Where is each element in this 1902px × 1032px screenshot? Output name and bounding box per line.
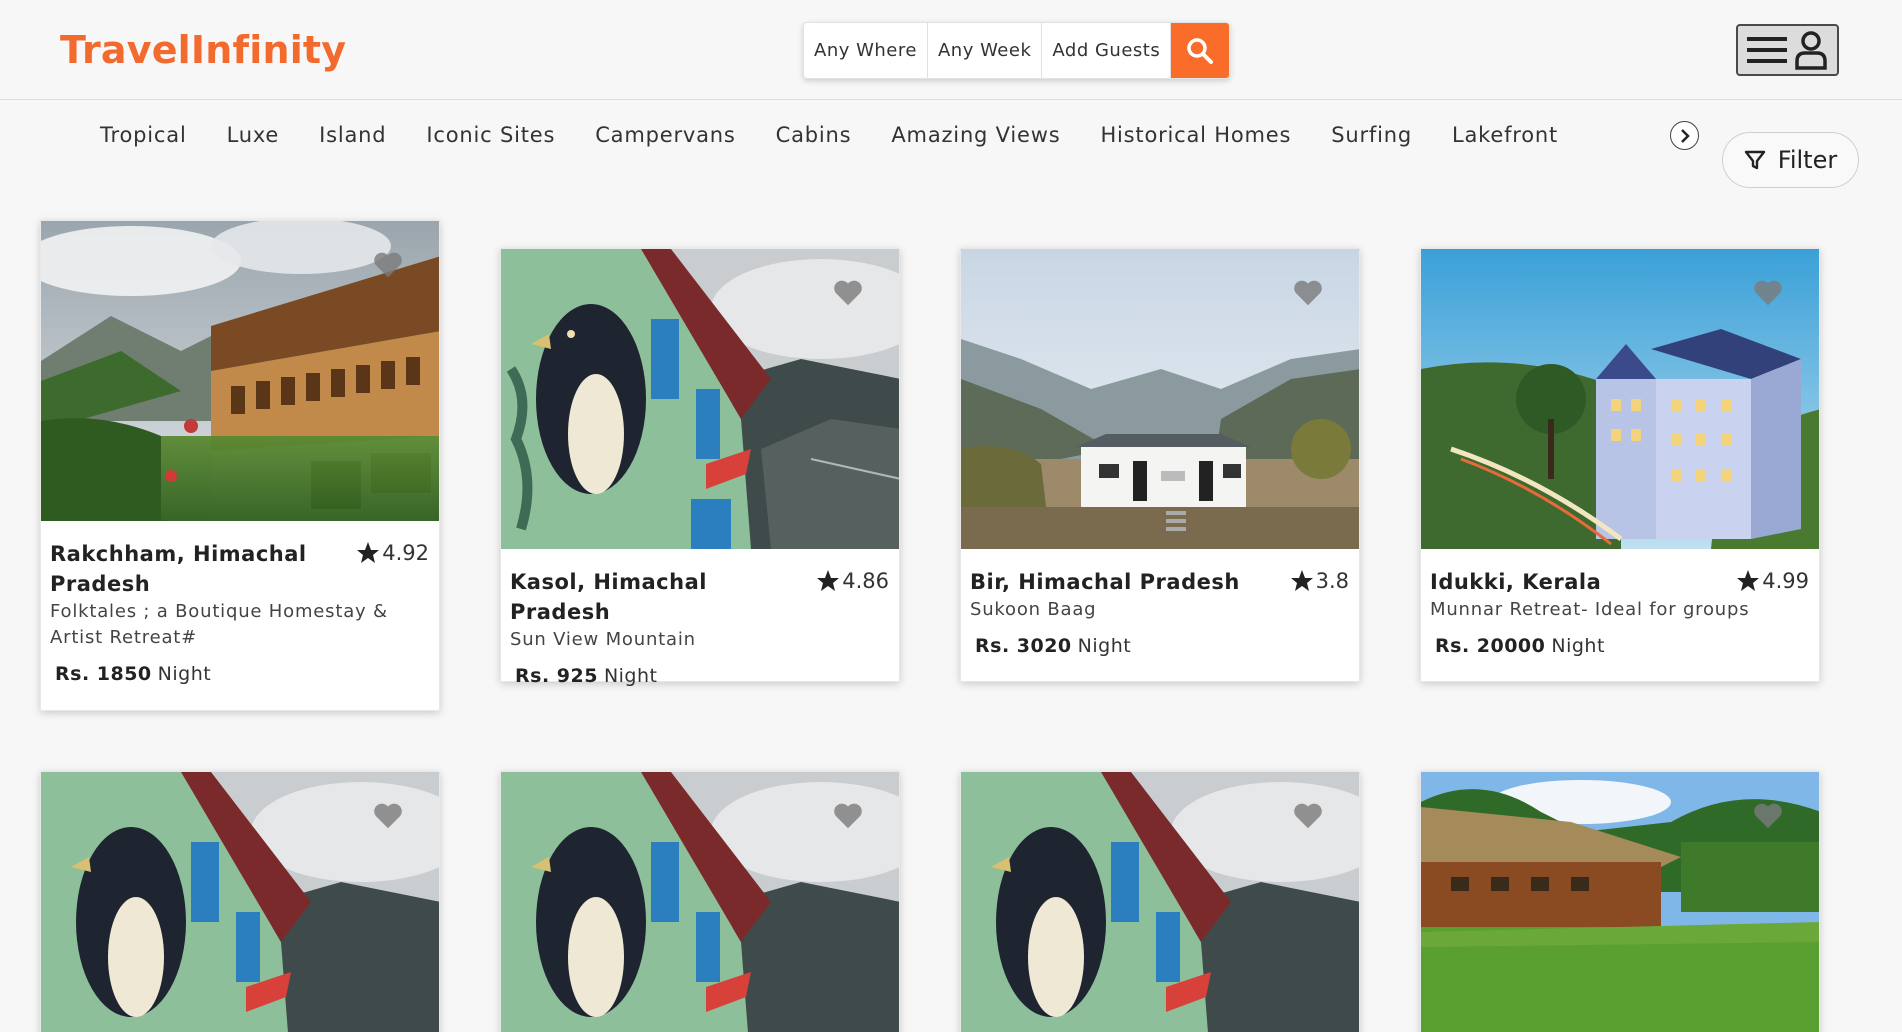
- category-campervans[interactable]: Campervans: [595, 123, 735, 147]
- hamburger-icon: [1747, 37, 1788, 63]
- listing-price: Rs. 1850 Night: [55, 663, 429, 685]
- listing-details: Bir, Himachal Pradesh 3.8 Sukoon Baag Rs…: [961, 549, 1359, 677]
- listing-details: Kasol, Himachal Pradesh 4.86 Sun View Mo…: [501, 549, 899, 707]
- listing-subtitle: Sukoon Baag: [970, 599, 1097, 620]
- price-unit: Night: [1551, 635, 1605, 657]
- top-header: TravelInfinity Any Where Any Week Add Gu…: [0, 0, 1902, 100]
- rating-value: 4.86: [842, 569, 889, 593]
- listing-subtitle: Munnar Retreat- Ideal for groups: [1430, 599, 1750, 620]
- listing-photo: [501, 772, 899, 1032]
- category-island[interactable]: Island: [319, 123, 386, 147]
- rating-value: 4.99: [1762, 569, 1809, 593]
- listing-subtitle: Sun View Mountain: [510, 629, 696, 650]
- listing-card[interactable]: [960, 771, 1360, 1032]
- listing-price: Rs. 925 Night: [515, 665, 889, 687]
- listing-price: Rs. 3020 Night: [975, 635, 1349, 657]
- category-cabins[interactable]: Cabins: [776, 123, 852, 147]
- heart-icon[interactable]: [373, 802, 403, 830]
- chevron-right-icon: [1680, 128, 1690, 143]
- heart-icon[interactable]: [373, 251, 403, 279]
- listing-rating: 4.99: [1736, 569, 1809, 593]
- listing-title: Rakchham, Himachal Pradesh: [50, 542, 307, 596]
- filter-icon: [1744, 150, 1765, 170]
- listing-title: Idukki, Kerala: [1430, 570, 1602, 594]
- price-value: Rs. 1850: [55, 663, 152, 685]
- listing-title: Bir, Himachal Pradesh: [970, 570, 1240, 594]
- listing-photo: [961, 249, 1359, 549]
- search-where[interactable]: Any Where: [804, 23, 928, 78]
- listing-details: Rakchham, Himachal Pradesh 4.92 Folktale…: [41, 521, 439, 705]
- price-unit: Night: [603, 665, 658, 687]
- listing-photo: [501, 249, 899, 549]
- listing-rating: 4.92: [356, 541, 429, 565]
- category-tropical[interactable]: Tropical: [100, 123, 187, 147]
- search-bar[interactable]: Any Where Any Week Add Guests: [803, 22, 1231, 79]
- category-historical-homes[interactable]: Historical Homes: [1100, 123, 1291, 147]
- listing-card[interactable]: [1420, 771, 1820, 1032]
- category-amazing-views[interactable]: Amazing Views: [891, 123, 1060, 147]
- heart-icon[interactable]: [1293, 802, 1323, 830]
- search-week[interactable]: Any Week: [928, 23, 1043, 78]
- listing-card[interactable]: Rakchham, Himachal Pradesh 4.92 Folktale…: [40, 220, 440, 711]
- listing-photo: [961, 772, 1359, 1032]
- listing-card[interactable]: Kasol, Himachal Pradesh 4.86 Sun View Mo…: [500, 248, 900, 687]
- star-icon: [1737, 570, 1760, 591]
- listing-card[interactable]: Idukki, Kerala 4.99 Munnar Retreat- Idea…: [1420, 248, 1820, 682]
- site-logo[interactable]: TravelInfinity: [60, 28, 346, 72]
- listing-details: Idukki, Kerala 4.99 Munnar Retreat- Idea…: [1421, 549, 1819, 677]
- star-icon: [357, 542, 380, 563]
- listing-title: Kasol, Himachal Pradesh: [510, 570, 707, 624]
- listing-rating: 3.8: [1290, 569, 1349, 593]
- heart-icon[interactable]: [1293, 279, 1323, 307]
- category-luxe[interactable]: Luxe: [227, 123, 280, 147]
- listing-photo: [1421, 249, 1819, 549]
- rating-value: 4.92: [382, 541, 429, 565]
- search-guests[interactable]: Add Guests: [1042, 23, 1172, 78]
- user-icon: [1795, 31, 1827, 70]
- listing-price: Rs. 20000 Night: [1435, 635, 1809, 657]
- category-iconic-sites[interactable]: Iconic Sites: [426, 123, 555, 147]
- price-value: Rs. 20000: [1435, 635, 1546, 657]
- category-bar: Tropical Luxe Island Iconic Sites Camper…: [100, 118, 1598, 152]
- rating-value: 3.8: [1315, 569, 1349, 593]
- listing-photo: [1421, 772, 1819, 1032]
- listing-photo: [41, 221, 439, 521]
- listing-subtitle: Folktales ; a Boutique Homestay & Artist…: [50, 601, 388, 648]
- heart-icon[interactable]: [1753, 802, 1783, 830]
- price-unit: Night: [157, 663, 212, 685]
- heart-icon[interactable]: [833, 279, 863, 307]
- star-icon: [1290, 570, 1313, 591]
- category-surfing[interactable]: Surfing: [1331, 123, 1412, 147]
- search-button[interactable]: [1171, 23, 1230, 78]
- star-icon: [817, 570, 840, 591]
- filter-label: Filter: [1777, 146, 1838, 174]
- heart-icon[interactable]: [833, 802, 863, 830]
- listing-card[interactable]: [500, 771, 900, 1032]
- price-value: Rs. 3020: [975, 635, 1072, 657]
- heart-icon[interactable]: [1753, 279, 1783, 307]
- price-value: Rs. 925: [515, 665, 598, 687]
- search-icon: [1187, 37, 1214, 64]
- price-unit: Night: [1077, 635, 1132, 657]
- category-next-button[interactable]: [1670, 121, 1699, 150]
- user-menu-button[interactable]: [1736, 24, 1839, 76]
- listing-card[interactable]: Bir, Himachal Pradesh 3.8 Sukoon Baag Rs…: [960, 248, 1360, 682]
- category-lakefront[interactable]: Lakefront: [1452, 123, 1558, 147]
- filter-button[interactable]: Filter: [1722, 132, 1859, 188]
- listing-card[interactable]: [40, 771, 440, 1032]
- listing-rating: 4.86: [816, 569, 889, 593]
- listing-photo: [41, 772, 439, 1032]
